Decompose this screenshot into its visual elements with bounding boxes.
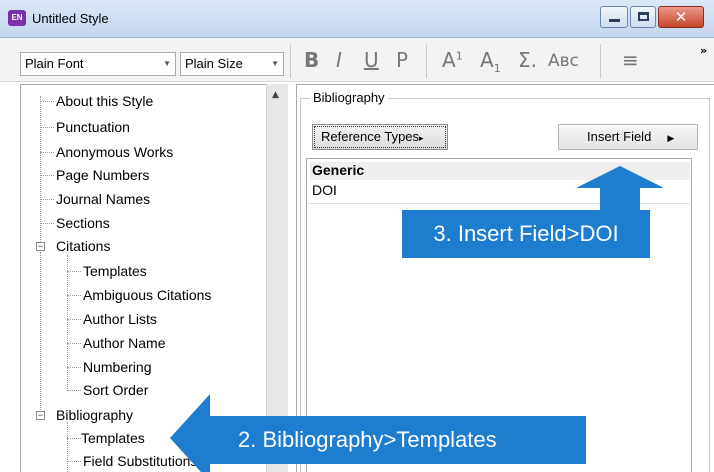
chevron-down-icon: ▼ bbox=[271, 59, 279, 68]
tree-item-label: Ambiguous Citations bbox=[83, 287, 212, 303]
tree-branch bbox=[67, 461, 81, 462]
tree-item-citations[interactable]: − Citations bbox=[36, 237, 110, 255]
tree-item-anonymous-works[interactable]: Anonymous Works bbox=[40, 143, 173, 161]
tree-item-label: Templates bbox=[81, 430, 145, 446]
reference-type-header: Generic bbox=[310, 162, 690, 180]
close-icon: ✕ bbox=[674, 8, 688, 26]
toolbar-divider bbox=[600, 44, 601, 78]
tree-item-punctuation[interactable]: Punctuation bbox=[40, 118, 130, 136]
groupbox-label: Bibliography bbox=[310, 90, 388, 105]
tree-branch bbox=[67, 319, 81, 320]
template-field-doi[interactable]: DOI bbox=[310, 182, 337, 198]
endnote-app-icon: EN bbox=[8, 10, 26, 26]
size-select-value: Plain Size bbox=[185, 56, 243, 71]
callout-insert-field-doi: 3. Insert Field>DOI bbox=[402, 210, 650, 258]
minimize-button[interactable] bbox=[600, 6, 628, 28]
tree-branch bbox=[67, 343, 81, 344]
submenu-arrow-icon: ▸ bbox=[419, 133, 424, 143]
maximize-button[interactable] bbox=[630, 6, 656, 28]
format-toolbar: Plain Font ▼ Plain Size ▼ B I U P A1 A1 … bbox=[0, 38, 714, 82]
scroll-up-icon[interactable]: ▲ bbox=[272, 90, 279, 100]
tree-item-label: About this Style bbox=[56, 93, 154, 109]
tree-item-sections[interactable]: Sections bbox=[40, 214, 110, 232]
bold-button[interactable]: B bbox=[304, 48, 319, 72]
subscript-base: A bbox=[480, 48, 494, 72]
tree-connector bbox=[40, 252, 41, 412]
reference-types-button[interactable]: Reference Types▸ bbox=[312, 124, 448, 150]
tree-item-label: Journal Names bbox=[56, 191, 151, 207]
tree-item-label: Sort Order bbox=[83, 382, 149, 398]
reference-types-label: Reference Types bbox=[321, 129, 420, 144]
tree-item-label: Numbering bbox=[83, 359, 152, 375]
subscript-button[interactable]: A1 bbox=[480, 48, 501, 75]
superscript-mark: 1 bbox=[455, 49, 463, 63]
tree-item-sort-order[interactable]: Sort Order bbox=[67, 381, 148, 399]
tree-scrollbar[interactable]: ▲ bbox=[266, 84, 288, 472]
tree-branch bbox=[40, 223, 54, 224]
tree-item-journal-names[interactable]: Journal Names bbox=[40, 190, 150, 208]
symbol-button[interactable]: Σ. bbox=[518, 48, 537, 72]
tree-item-ambiguous-citations[interactable]: Ambiguous Citations bbox=[67, 286, 211, 304]
plain-button[interactable]: P bbox=[396, 48, 408, 72]
tree-item-label: Field Substitutions bbox=[83, 453, 198, 469]
underline-button[interactable]: U bbox=[364, 48, 379, 72]
tree-item-label: Bibliography bbox=[56, 407, 134, 423]
tree-item-field-substitutions[interactable]: Field Substitutions bbox=[67, 452, 197, 470]
insert-field-label: Insert Field bbox=[587, 129, 652, 144]
tree-item-numbering[interactable]: Numbering bbox=[67, 358, 151, 376]
tree-item-citation-templates[interactable]: Templates bbox=[67, 262, 147, 280]
maximize-icon bbox=[638, 12, 649, 21]
tree-item-about-this-style[interactable]: About this Style bbox=[40, 92, 153, 110]
submenu-arrow-icon: ▶ bbox=[667, 133, 675, 143]
tree-branch bbox=[40, 175, 54, 176]
callout-bibliography-templates: 2. Bibliography>Templates bbox=[210, 416, 586, 464]
tree-branch bbox=[67, 438, 81, 439]
tree-branch bbox=[67, 367, 81, 368]
smallcaps-button[interactable]: Aʙᴄ bbox=[548, 51, 579, 71]
title-bar: EN Untitled Style ✕ bbox=[0, 0, 714, 38]
tree-item-label: Sections bbox=[56, 215, 110, 231]
collapse-icon[interactable]: − bbox=[36, 242, 45, 251]
italic-button[interactable]: I bbox=[336, 48, 342, 72]
toolbar-divider bbox=[426, 44, 427, 78]
tree-item-label: Citations bbox=[56, 238, 111, 254]
minimize-icon bbox=[609, 19, 620, 22]
tree-item-label: Punctuation bbox=[56, 119, 130, 135]
tree-item-label: Page Numbers bbox=[56, 167, 150, 183]
tree-branch bbox=[40, 199, 54, 200]
font-select-value: Plain Font bbox=[25, 56, 84, 71]
tree-item-author-lists[interactable]: Author Lists bbox=[67, 310, 157, 328]
tree-branch bbox=[40, 127, 54, 128]
tree-item-author-name[interactable]: Author Name bbox=[67, 334, 165, 352]
tree-branch bbox=[67, 271, 81, 272]
align-left-icon[interactable]: ≡ bbox=[622, 48, 639, 72]
toolbar-divider bbox=[290, 44, 291, 78]
size-select[interactable]: Plain Size ▼ bbox=[180, 52, 284, 76]
subscript-mark: 1 bbox=[493, 62, 501, 75]
tree-item-page-numbers[interactable]: Page Numbers bbox=[40, 166, 149, 184]
insert-field-button[interactable]: Insert Field ▶ bbox=[558, 124, 698, 150]
editor-row-divider bbox=[308, 203, 690, 204]
collapse-icon[interactable]: − bbox=[36, 411, 45, 420]
window-title: Untitled Style bbox=[32, 11, 109, 26]
superscript-button[interactable]: A1 bbox=[442, 48, 463, 72]
tree-item-bibliography-templates[interactable]: Templates bbox=[67, 429, 145, 447]
superscript-base: A bbox=[442, 48, 456, 72]
tree-branch bbox=[40, 101, 54, 102]
chevron-down-icon: ▼ bbox=[163, 59, 171, 68]
tree-item-bibliography[interactable]: − Bibliography bbox=[36, 406, 133, 424]
font-select[interactable]: Plain Font ▼ bbox=[20, 52, 176, 76]
tree-item-label: Templates bbox=[83, 263, 147, 279]
tree-item-label: Author Name bbox=[83, 335, 166, 351]
tree-item-label: Anonymous Works bbox=[56, 144, 174, 160]
tree-branch bbox=[67, 295, 81, 296]
tree-item-label: Author Lists bbox=[83, 311, 157, 327]
close-button[interactable]: ✕ bbox=[658, 6, 704, 28]
tree-branch bbox=[40, 152, 54, 153]
tree-branch bbox=[67, 390, 81, 391]
toolbar-overflow-icon[interactable]: » bbox=[700, 44, 707, 57]
